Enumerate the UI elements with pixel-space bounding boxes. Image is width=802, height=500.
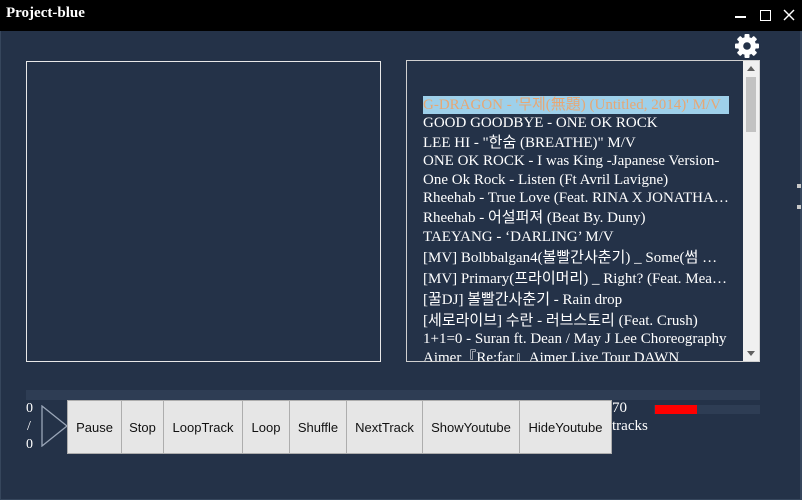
next-track-button[interactable]: NextTrack bbox=[346, 400, 423, 454]
playlist-item[interactable]: Rheehab - 어설퍼져 (Beat By. Duny) bbox=[423, 209, 729, 227]
app-title: Project-blue bbox=[6, 5, 85, 21]
gear-icon bbox=[735, 34, 759, 58]
track-count: 70 bbox=[612, 400, 627, 416]
playlist-scrollbar[interactable] bbox=[743, 61, 759, 361]
shuffle-button[interactable]: Shuffle bbox=[289, 400, 347, 454]
control-buttons: Pause Stop LoopTrack Loop Shuffle NextTr… bbox=[67, 400, 612, 454]
maximize-button[interactable] bbox=[754, 2, 778, 28]
video-panel[interactable] bbox=[26, 61, 381, 362]
playlist-item[interactable]: LEE HI - "한숨 (BREATHE)" M/V bbox=[423, 134, 729, 152]
show-youtube-button[interactable]: ShowYoutube bbox=[422, 400, 520, 454]
playlist-items: G-DRAGON - '무제(無題) (Untitled, 2014)' M/V… bbox=[407, 61, 743, 361]
stop-button[interactable]: Stop bbox=[121, 400, 164, 454]
play-button[interactable] bbox=[41, 404, 69, 448]
current-index: 0 bbox=[26, 401, 33, 416]
total-index: 0 bbox=[26, 437, 33, 452]
title-bar: Project-blue bbox=[0, 0, 802, 31]
hide-youtube-button[interactable]: HideYoutube bbox=[519, 400, 612, 454]
playlist-item[interactable]: Rheehab - True Love (Feat. RINA X JONATH… bbox=[423, 189, 729, 207]
close-icon bbox=[783, 9, 795, 21]
close-button[interactable] bbox=[778, 2, 802, 28]
scroll-thumb[interactable] bbox=[746, 77, 756, 132]
playlist-item[interactable]: Aimer『Re:far』Aimer Live Tour DAWN bbox=[423, 349, 729, 361]
playlist-item[interactable]: [꿀DJ] 볼빨간사춘기 - Rain drop bbox=[423, 291, 729, 309]
minimize-button[interactable] bbox=[728, 2, 752, 28]
play-icon bbox=[41, 404, 69, 448]
scroll-up-icon[interactable] bbox=[747, 66, 755, 71]
playlist-item[interactable]: [MV] Primary(프라이머리) _ Right? (Feat. Mean… bbox=[423, 270, 729, 288]
loop-button[interactable]: Loop bbox=[242, 400, 290, 454]
resize-grip bbox=[797, 205, 801, 209]
pause-button[interactable]: Pause bbox=[67, 400, 122, 454]
minimize-icon bbox=[735, 16, 746, 18]
playlist-box[interactable]: G-DRAGON - '무제(無題) (Untitled, 2014)' M/V… bbox=[406, 60, 760, 362]
playlist-item[interactable]: [세로라이브] 수란 - 러브스토리 (Feat. Crush) bbox=[423, 312, 729, 330]
playlist-item[interactable]: 1+1=0 - Suran ft. Dean / May J Lee Chore… bbox=[423, 330, 729, 348]
playlist-item[interactable]: One Ok Rock - Listen (Ft Avril Lavigne) bbox=[423, 171, 729, 189]
playlist-item[interactable]: TAEYANG - ‘DARLING’ M/V bbox=[423, 228, 729, 246]
playlist-item[interactable]: G-DRAGON - '무제(無題) (Untitled, 2014)' M/V bbox=[423, 96, 729, 114]
resize-grip bbox=[797, 184, 801, 188]
loop-track-button[interactable]: LoopTrack bbox=[163, 400, 243, 454]
playlist-item[interactable]: ONE OK ROCK - I was King -Japanese Versi… bbox=[423, 152, 729, 170]
progress-bar[interactable] bbox=[26, 390, 760, 400]
settings-button[interactable] bbox=[733, 32, 761, 60]
volume-slider[interactable] bbox=[654, 405, 760, 414]
counter-separator: / bbox=[27, 419, 31, 434]
playlist-item[interactable]: GOOD GOODBYE - ONE OK ROCK bbox=[423, 114, 729, 132]
scroll-down-icon[interactable] bbox=[747, 351, 755, 356]
maximize-icon bbox=[760, 10, 771, 21]
playlist-item[interactable]: [MV] Bolbbalgan4(볼빨간사춘기) _ Some(썸 탈꺼야) bbox=[423, 249, 729, 267]
volume-level bbox=[655, 405, 697, 414]
tracks-label: tracks bbox=[612, 418, 648, 434]
